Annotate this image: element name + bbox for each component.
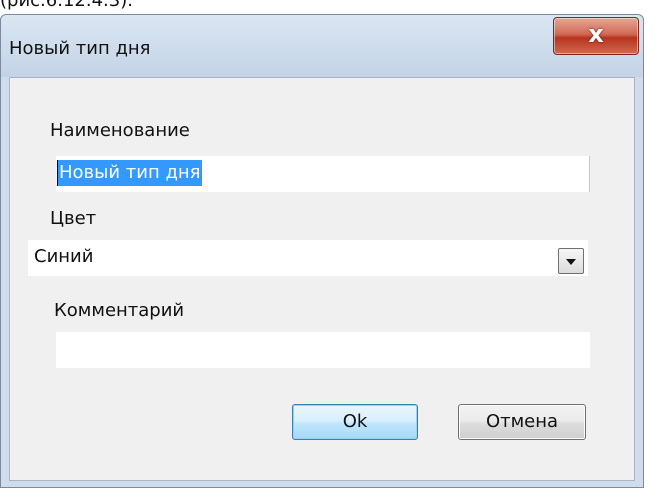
document-caption: (рис.6.12.4.3).	[0, 0, 133, 11]
close-icon: x	[588, 20, 604, 48]
chevron-down-icon	[566, 259, 576, 265]
dialog-body: Наименование Новый тип дня Цвет Синий Ко…	[9, 77, 635, 481]
color-select[interactable]: Синий	[28, 240, 588, 276]
comment-label: Комментарий	[54, 300, 185, 321]
ok-button[interactable]: Ok	[292, 404, 418, 440]
name-input-value: Новый тип дня	[58, 160, 202, 186]
color-label: Цвет	[50, 208, 97, 229]
dialog-title: Новый тип дня	[9, 38, 151, 59]
dialog-window: Новый тип дня x Наименование Новый тип д…	[0, 14, 644, 488]
color-select-value: Синий	[34, 246, 94, 267]
name-label: Наименование	[50, 120, 190, 141]
title-bar[interactable]: Новый тип дня x	[1, 15, 643, 77]
text-caret	[57, 160, 58, 186]
comment-input[interactable]	[56, 332, 590, 368]
cancel-button[interactable]: Отмена	[458, 404, 586, 440]
name-input[interactable]: Новый тип дня	[56, 156, 590, 192]
close-button[interactable]: x	[553, 17, 639, 55]
dropdown-button[interactable]	[558, 248, 584, 274]
